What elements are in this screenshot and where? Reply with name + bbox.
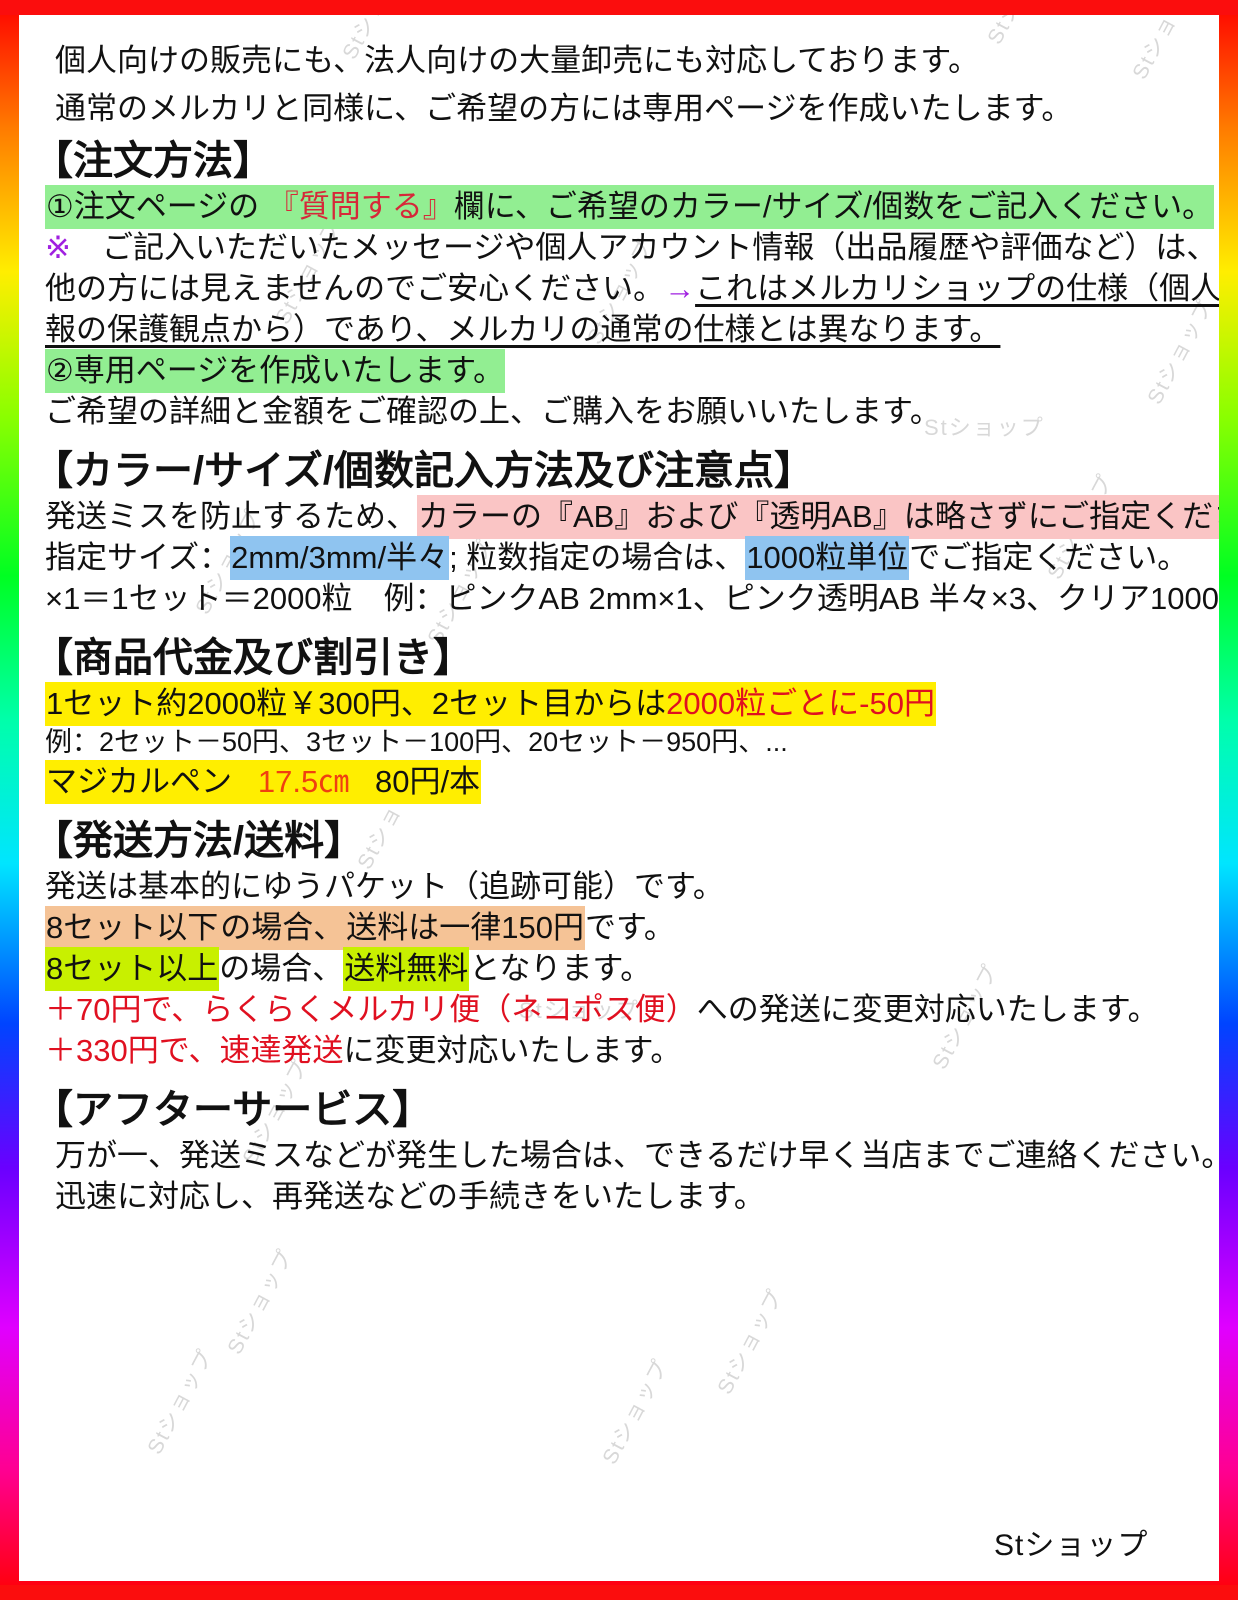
arrow-right-icon: → — [664, 271, 696, 306]
bottom-red-border — [0, 1585, 1238, 1600]
spec-size-value: 2mm/3mm/半々 — [230, 536, 450, 580]
shipping-under-8-mid: の場合、 — [219, 906, 346, 950]
pen-name: マジカルペン — [46, 764, 232, 799]
shipping-over-8: 8セット以上の場合、送料無料となります。 — [33, 947, 1205, 991]
order-note-text-2b: これはメルカリショップの仕様（個人情 — [695, 271, 1219, 306]
listing-body: 個人向けの販売にも、法人向けの大量卸売にも対応しております。 通常のメルカリと同… — [19, 15, 1219, 1212]
shipping-option-1-highlight: ＋70円で、らくらくメルカリ便（ネコポス便） — [45, 992, 697, 1027]
spec-line-2: 指定サイズ：2mm/3mm/半々; 粒数指定の場合は、1000粒単位でご指定くだ… — [33, 536, 1205, 580]
shipping-over-8-condition: 8セット以上 — [45, 947, 220, 991]
spec-unit-value: 1000粒単位 — [745, 536, 910, 580]
heading-shipping: 【発送方法/送料】 — [33, 819, 365, 863]
spec-line-1-highlight: カラーの『AB』および『透明AB』は略さずにご指定ください。 — [417, 495, 1219, 539]
pen-price: 80円/本 — [375, 764, 481, 799]
order-note-line-2: 他の方には見えませんのでご安心ください。→これはメルカリショップの仕様（個人情 — [33, 271, 1219, 306]
shipping-over-8-end: となります。 — [469, 951, 652, 986]
after-service-line-2: 迅速に対応し、再発送などの手続きをいたします。 — [55, 1179, 765, 1214]
order-step-1-keyword: 『質問する』 — [267, 189, 454, 224]
intro-line-2: 通常のメルカリと同様に、ご希望の方には専用ページを作成いたします。 — [55, 91, 1073, 126]
order-note-text-1: ご記入いただいたメッセージや個人アカウント情報（出品履歴や評価など）は、 — [70, 230, 1218, 265]
shipping-under-8: 8セット以下の場合、送料は一律150円です。 — [33, 906, 1205, 950]
spec-size-label: 指定サイズ： — [45, 540, 231, 575]
watermark-diagonal: Stショップ — [143, 1345, 219, 1459]
spec-size-post: でご指定ください。 — [909, 540, 1189, 575]
order-note-line-1: ※ ご記入いただいたメッセージや個人アカウント情報（出品履歴や評価など）は、 — [33, 230, 1217, 265]
shipping-under-8-condition: 8セット以下 — [45, 906, 220, 950]
watermark-diagonal: Stショップ — [223, 1245, 299, 1359]
shipping-under-8-end: です。 — [584, 910, 675, 945]
price-example: 例：2セット－50円、3セット－100円、20セット－950円、... — [45, 727, 788, 757]
order-step-1-post: 欄に、ご希望のカラー/サイズ/個数をご記入ください。 — [453, 189, 1214, 224]
order-step-1: ①注文ページの 『質問する』欄に、ご希望のカラー/サイズ/個数をご記入ください。 — [33, 185, 1215, 229]
order-step-1-pre: ①注文ページの — [46, 189, 268, 224]
shipping-over-8-fee: 送料無料 — [343, 947, 470, 991]
spec-line-1-pre: 発送ミスを防止するため、 — [45, 499, 417, 534]
spec-size-mid: ; 粒数指定の場合は、 — [449, 540, 746, 575]
shipping-under-8-fee: 送料は一律150円 — [345, 906, 585, 950]
order-note-line-3: 報の保護観点から）であり、メルカリの通常の仕様とは異なります。 — [45, 312, 1001, 347]
price-main: 1セット約2000粒￥300円、2セット目からは2000粒ごとに-50円 — [33, 682, 1205, 726]
shop-signature: Stショップ — [994, 1529, 1149, 1562]
listing-image: Stショップ Stショップ Stショップ Stショップ Stショップ Stショッ… — [0, 0, 1238, 1600]
watermark-diagonal: Stショップ — [713, 1285, 789, 1399]
shipping-option-1-rest: への発送に変更対応いたします。 — [696, 992, 1159, 1027]
pen-size: 17.5㎝ — [257, 764, 350, 799]
order-step-2: ②専用ページを作成いたします。 — [33, 349, 1205, 393]
shipping-option-2-type: 速達発送 — [219, 1033, 344, 1068]
pen-price-row: マジカルペン 17.5㎝ 80円/本 — [33, 760, 1205, 804]
price-main-discount: 2000粒ごとに-50円 — [666, 686, 935, 721]
after-service-line-1: 万が一、発送ミスなどが発生した場合は、できるだけ早く当店までご連絡ください。 — [55, 1138, 1219, 1173]
top-red-border — [0, 0, 1238, 15]
shipping-option-1: ＋70円で、らくらくメルカリ便（ネコポス便）への発送に変更対応いたします。 — [33, 994, 1205, 1025]
price-main-base: 1セット約2000粒￥300円、2セット目からは — [46, 686, 667, 721]
heading-price: 【商品代金及び割引き】 — [33, 636, 473, 680]
shipping-over-8-mid: の場合、 — [219, 951, 344, 986]
white-content-card: Stショップ Stショップ Stショップ Stショップ Stショップ Stショッ… — [19, 15, 1219, 1581]
shipping-option-2: ＋330円で、速達発送に変更対応いたします。 — [33, 1035, 1205, 1066]
order-note-text-2a: 他の方には見えませんのでご安心ください。 — [45, 271, 665, 306]
shipping-line-1: 発送は基本的にゆうパケット（追跡可能）です。 — [45, 869, 724, 904]
shipping-option-2-rest: に変更対応いたします。 — [343, 1033, 682, 1068]
intro-line-1: 個人向けの販売にも、法人向けの大量卸売にも対応しております。 — [55, 43, 980, 78]
watermark-diagonal: Stショップ — [598, 1355, 674, 1469]
heading-spec: 【カラー/サイズ/個数記入方法及び注意点】 — [33, 449, 815, 493]
spec-line-3: ×1＝1セット＝2000粒 例：ピンクAB 2mm×1、ピンク透明AB 半々×3… — [45, 581, 1219, 616]
note-mark-icon: ※ — [45, 230, 71, 265]
order-closing: ご希望の詳細と金額をご確認の上、ご購入をお願いいたします。 — [45, 394, 941, 429]
heading-after-service: 【アフターサービス】 — [33, 1088, 433, 1132]
shipping-option-2-price: ＋330円で、 — [45, 1033, 220, 1068]
heading-order-method: 【注文方法】 — [33, 139, 273, 183]
spec-line-1: 発送ミスを防止するため、カラーの『AB』および『透明AB』は略さずにご指定くださ… — [33, 495, 1219, 539]
